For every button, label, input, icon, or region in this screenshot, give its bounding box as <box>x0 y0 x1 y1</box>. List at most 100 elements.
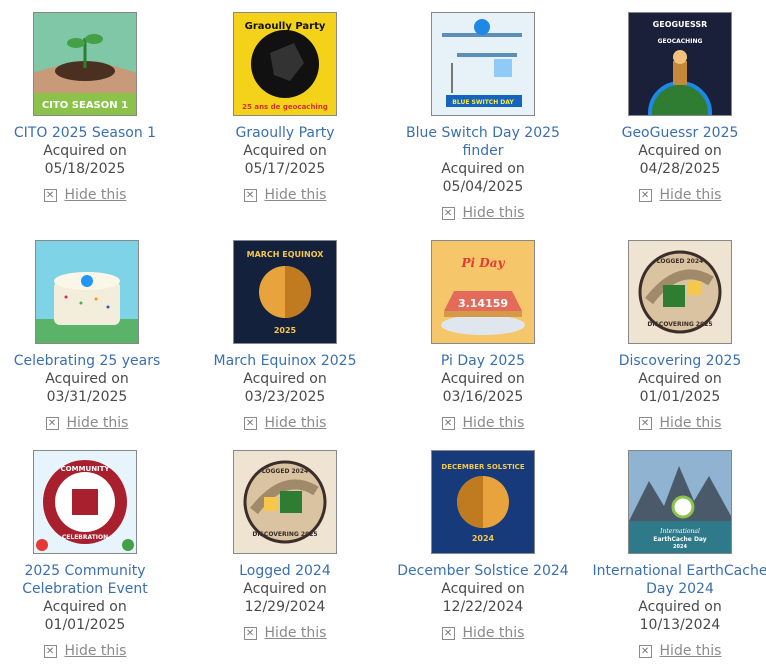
souvenir-image-logged-2024[interactable]: LOGGED 2024 DISCOVERING 2025 <box>233 450 337 554</box>
hide-button[interactable]: ✕ Hide this <box>638 186 721 204</box>
souvenir-name[interactable]: Graoully Party <box>190 124 380 142</box>
acquired-date: 05/17/2025 <box>244 161 326 177</box>
acquired-label: Acquired on <box>243 143 327 159</box>
souvenir-card: MARCH EQUINOX 2025 March Equinox 2025 Ac… <box>190 240 380 432</box>
souvenir-image-discovering[interactable]: LOGGED 2024 DISCOVERING 2025 <box>628 240 732 344</box>
x-box-icon: ✕ <box>441 206 455 220</box>
acquired-date: 05/18/2025 <box>44 161 126 177</box>
art-text: DISCOVERING 2025 <box>647 321 712 328</box>
souvenir-name[interactable]: Celebrating 25 years <box>0 352 182 370</box>
hide-button[interactable]: ✕ Hide this <box>441 624 524 642</box>
souvenir-card: LOGGED 2024 DISCOVERING 2025 Logged 2024… <box>190 450 380 642</box>
acquired-label: Acquired on <box>441 581 525 597</box>
souvenir-card: Graoully Party 25 ans de geocaching Grao… <box>190 12 380 204</box>
acquired-label: Acquired on <box>638 143 722 159</box>
souvenir-card: GEOGUESSR GEOCACHING GeoGuessr 2025 Acqu… <box>585 12 766 204</box>
souvenir-name[interactable]: March Equinox 2025 <box>190 352 380 370</box>
acquired-label: Acquired on <box>45 371 129 387</box>
hide-button[interactable]: ✕ Hide this <box>441 204 524 222</box>
x-box-icon: ✕ <box>441 626 455 640</box>
art-text: Graoully Party <box>245 21 326 32</box>
art-text: DISCOVERING 2025 <box>252 531 317 538</box>
souvenir-card: International EarthCache Day 2024 Intern… <box>585 450 766 660</box>
souvenir-card: CITO SEASON 1 CITO 2025 Season 1 Acquire… <box>0 12 180 204</box>
art-text: CELEBRATION <box>62 534 108 541</box>
souvenir-name[interactable]: Pi Day 2025 <box>388 352 578 370</box>
art-text: CITO SEASON 1 <box>42 100 128 111</box>
acquired-label: Acquired on <box>441 161 525 177</box>
hide-button[interactable]: ✕ Hide this <box>243 186 326 204</box>
souvenir-image-december-solstice[interactable]: DECEMBER SOLSTICE 2024 <box>431 450 535 554</box>
souvenir-image-pi-day[interactable]: 3.14159 Pi Day <box>431 240 535 344</box>
souvenir-name[interactable]: CITO 2025 Season 1 <box>0 124 180 142</box>
hide-button[interactable]: ✕ Hide this <box>441 414 524 432</box>
x-box-icon: ✕ <box>638 644 652 658</box>
x-box-icon: ✕ <box>45 416 59 430</box>
souvenir-card: Celebrating 25 years Acquired on 03/31/2… <box>0 240 182 432</box>
art-text: 25 ans de geocaching <box>242 103 328 111</box>
souvenir-grid: CITO SEASON 1 CITO 2025 Season 1 Acquire… <box>0 0 766 667</box>
souvenir-image-25-years[interactable] <box>35 240 139 344</box>
art-text: Pi Day <box>461 256 506 270</box>
x-box-icon: ✕ <box>243 626 257 640</box>
hide-button[interactable]: ✕ Hide this <box>638 414 721 432</box>
acquired-date: 01/01/2025 <box>44 617 126 633</box>
acquired-label: Acquired on <box>638 599 722 615</box>
souvenir-image-graoully[interactable]: Graoully Party 25 ans de geocaching <box>233 12 337 116</box>
x-box-icon: ✕ <box>243 188 257 202</box>
souvenir-card: LOGGED 2024 DISCOVERING 2025 Discovering… <box>585 240 766 432</box>
acquired-date: 12/29/2024 <box>244 599 326 615</box>
hide-button[interactable]: ✕ Hide this <box>243 624 326 642</box>
art-text: BLUE SWITCH DAY <box>452 99 514 106</box>
souvenir-image-march-equinox[interactable]: MARCH EQUINOX 2025 <box>233 240 337 344</box>
souvenir-image-cito[interactable]: CITO SEASON 1 <box>33 12 137 116</box>
art-text: DECEMBER SOLSTICE <box>441 463 524 471</box>
souvenir-name[interactable]: International EarthCache Day 2024 <box>585 562 766 598</box>
acquired-date: 01/01/2025 <box>639 389 721 405</box>
acquired-label: Acquired on <box>43 599 127 615</box>
art-text: MARCH EQUINOX <box>247 250 325 259</box>
art-text: GEOGUESSR <box>653 20 708 29</box>
souvenir-name[interactable]: Logged 2024 <box>190 562 380 580</box>
acquired-label: Acquired on <box>43 143 127 159</box>
souvenir-name[interactable]: GeoGuessr 2025 <box>585 124 766 142</box>
x-box-icon: ✕ <box>638 416 652 430</box>
acquired-date: 05/04/2025 <box>442 179 524 195</box>
acquired-label: Acquired on <box>243 371 327 387</box>
souvenir-name[interactable]: Discovering 2025 <box>585 352 766 370</box>
x-box-icon: ✕ <box>43 644 57 658</box>
acquired-date: 12/22/2024 <box>442 599 524 615</box>
art-text: COMMUNITY <box>60 465 110 473</box>
hide-button[interactable]: ✕ Hide this <box>45 414 128 432</box>
souvenir-image-blue-switch[interactable]: BLUE SWITCH DAY <box>431 12 535 116</box>
art-text: International <box>659 528 700 535</box>
souvenir-name[interactable]: Blue Switch Day 2025 finder <box>388 124 578 160</box>
x-box-icon: ✕ <box>441 416 455 430</box>
souvenir-card: DECEMBER SOLSTICE 2024 December Solstice… <box>388 450 578 642</box>
art-text: GEOCACHING <box>658 38 703 45</box>
hide-button[interactable]: ✕ Hide this <box>638 642 721 660</box>
art-text: 2025 <box>274 326 297 335</box>
souvenir-card: COMMUNITY CELEBRATION 2025 Community Cel… <box>0 450 180 660</box>
acquired-date: 03/23/2025 <box>244 389 326 405</box>
souvenir-name[interactable]: December Solstice 2024 <box>388 562 578 580</box>
acquired-label: Acquired on <box>638 371 722 387</box>
hide-button[interactable]: ✕ Hide this <box>43 642 126 660</box>
art-text: 3.14159 <box>458 297 508 310</box>
souvenir-card: BLUE SWITCH DAY Blue Switch Day 2025 fin… <box>388 12 578 222</box>
souvenir-image-community-celebration[interactable]: COMMUNITY CELEBRATION <box>33 450 137 554</box>
art-text: LOGGED 2024 <box>657 258 703 265</box>
souvenir-image-earthcache-day[interactable]: International EarthCache Day 2024 <box>628 450 732 554</box>
x-box-icon: ✕ <box>638 188 652 202</box>
acquired-date: 10/13/2024 <box>639 617 721 633</box>
hide-button[interactable]: ✕ Hide this <box>243 414 326 432</box>
souvenir-card: 3.14159 Pi Day Pi Day 2025 Acquired on 0… <box>388 240 578 432</box>
acquired-label: Acquired on <box>441 371 525 387</box>
x-box-icon: ✕ <box>243 416 257 430</box>
souvenir-name[interactable]: 2025 Community Celebration Event <box>0 562 180 598</box>
art-text: LOGGED 2024 <box>262 468 308 475</box>
hide-button[interactable]: ✕ Hide this <box>43 186 126 204</box>
art-text: 2024 <box>673 544 687 550</box>
souvenir-image-geoguessr[interactable]: GEOGUESSR GEOCACHING <box>628 12 732 116</box>
art-text: 2024 <box>472 534 495 543</box>
